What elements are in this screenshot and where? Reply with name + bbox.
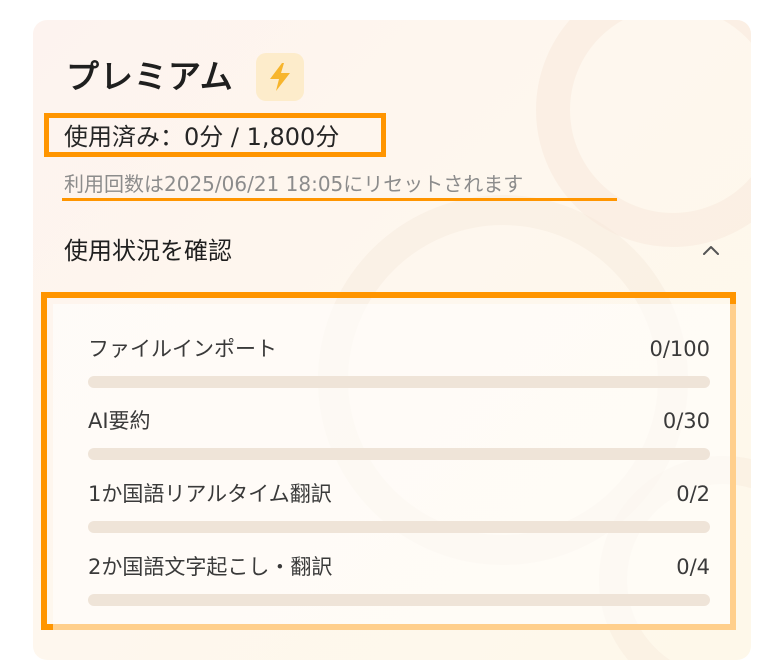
usage-summary: 使用済み：0分 / 1,800分 [64, 123, 340, 151]
usage-progress-bar [88, 594, 710, 606]
usage-list: ファイルインポート 0/100 AI要約 0/30 1か国語リアルタイム翻訳 0… [53, 304, 736, 630]
plan-card: プレミアム 使用済み：0分 / 1,800分 利用回数は2025/06/21 1… [33, 20, 751, 660]
premium-badge [256, 53, 304, 101]
plan-title: プレミアム [66, 57, 234, 96]
usage-progress-bar [88, 448, 710, 460]
usage-progress-bar [88, 376, 710, 388]
chevron-up-icon[interactable] [699, 239, 723, 263]
reset-notice: 利用回数は2025/06/21 18:05にリセットされます [64, 172, 524, 196]
usage-item-ai-summary: AI要約 0/30 [88, 406, 710, 466]
usage-item-count: 0/100 [649, 337, 710, 361]
usage-item-label: 2か国語文字起こし・翻訳 [88, 555, 333, 579]
lightning-bolt-icon [270, 63, 290, 91]
usage-item-count: 0/2 [676, 482, 710, 506]
usage-list-highlight: ファイルインポート 0/100 AI要約 0/30 1か国語リアルタイム翻訳 0… [41, 292, 736, 630]
usage-item-count: 0/4 [676, 555, 710, 579]
usage-details-toggle[interactable]: 使用状況を確認 [64, 229, 719, 273]
usage-item-bilingual-transcription: 2か国語文字起こし・翻訳 0/4 [88, 552, 710, 612]
usage-item-label: ファイルインポート [88, 337, 277, 361]
usage-progress-bar [88, 521, 710, 533]
usage-item-realtime-translation: 1か国語リアルタイム翻訳 0/2 [88, 479, 710, 539]
usage-item-label: 1か国語リアルタイム翻訳 [88, 482, 332, 506]
usage-item-count: 0/30 [662, 409, 710, 433]
usage-item-file-import: ファイルインポート 0/100 [88, 334, 710, 394]
reset-notice-underline [62, 198, 617, 201]
usage-details-label: 使用状況を確認 [64, 237, 232, 265]
usage-item-label: AI要約 [88, 409, 151, 433]
